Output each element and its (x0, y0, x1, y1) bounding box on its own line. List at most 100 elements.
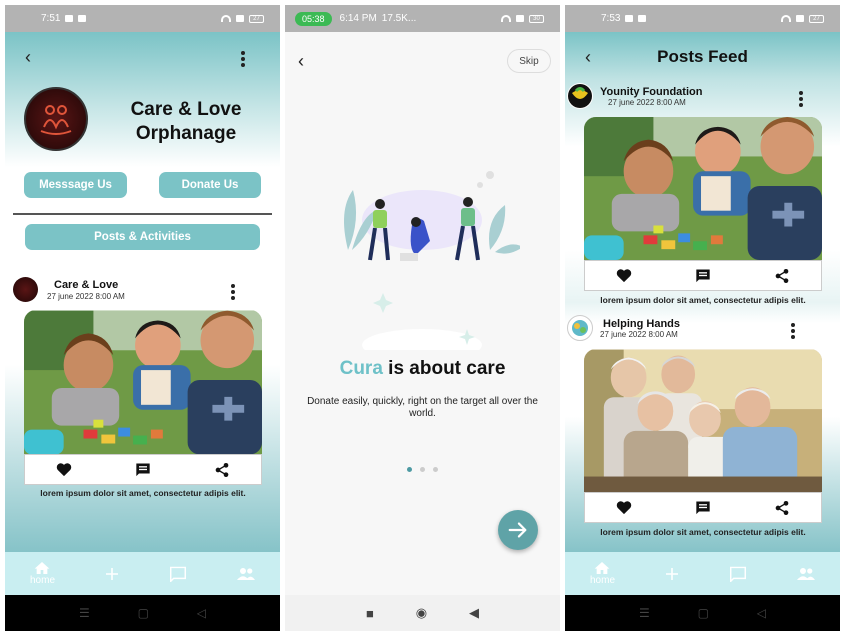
signal-icon (236, 15, 244, 22)
avatar[interactable] (567, 315, 593, 341)
menu-key-icon[interactable]: ☰ (79, 606, 90, 620)
post-photo-children-playing (24, 310, 262, 455)
recents-key-icon[interactable]: ■ (366, 606, 374, 621)
headline-text: is about care (382, 358, 506, 379)
nav-home-label: home (29, 575, 55, 586)
donate-us-button[interactable]: Donate Us (159, 172, 261, 198)
status-bar: 7:53 27 (565, 5, 840, 32)
post-caption: lorem ipsum dolor sit amet, consectetur … (600, 527, 806, 537)
org-name: Care & Love Orphanage (130, 99, 242, 144)
status-bar: 7:51 27 (5, 5, 280, 32)
more-vert-icon[interactable] (791, 323, 795, 339)
bottom-nav: home (565, 552, 840, 595)
home-key-icon[interactable]: ▢ (698, 606, 709, 620)
page-dot[interactable] (433, 467, 438, 472)
more-vert-icon[interactable] (241, 51, 245, 67)
post-image[interactable] (584, 117, 822, 260)
divider (13, 213, 272, 215)
post-image[interactable] (24, 310, 262, 455)
status-time: 7:51 (41, 13, 61, 24)
chat-icon[interactable] (729, 566, 747, 582)
brand-name: Cura (339, 358, 383, 379)
nav-home[interactable]: home (590, 561, 615, 586)
back-key-icon[interactable]: ◁ (197, 606, 206, 620)
system-nav-bar: ■ ◉ ◀ (285, 595, 560, 631)
post-author[interactable]: Helping Hands (603, 318, 680, 330)
more-vert-icon[interactable] (799, 91, 803, 107)
call-timer[interactable]: 05:38 (295, 11, 332, 26)
bottom-nav: home (5, 552, 280, 595)
younity-logo-icon (568, 84, 592, 108)
share-icon[interactable] (774, 268, 790, 284)
more-vert-icon[interactable] (231, 284, 235, 300)
avatar[interactable] (13, 277, 38, 302)
wifi-icon (501, 15, 511, 22)
comment-icon[interactable] (135, 462, 151, 477)
post-caption: lorem ipsum dolor sit amet, consectetur … (40, 488, 246, 498)
skip-button[interactable]: Skip (507, 49, 551, 73)
mail-icon (78, 15, 87, 22)
post-actions (584, 492, 822, 523)
home-key-icon[interactable]: ◉ (416, 605, 427, 621)
battery-icon: 27 (809, 14, 824, 23)
signal-icon (516, 15, 524, 22)
add-icon[interactable] (105, 567, 119, 581)
post-photo-children-playing (584, 117, 822, 260)
heart-icon[interactable] (616, 268, 632, 283)
share-icon[interactable] (214, 462, 230, 478)
post-caption: lorem ipsum dolor sit amet, consectetur … (600, 295, 806, 305)
add-icon[interactable] (665, 567, 679, 581)
post-image[interactable] (584, 349, 822, 494)
menu-key-icon[interactable]: ☰ (639, 606, 650, 620)
back-key-icon[interactable]: ◀ (469, 605, 479, 621)
group-icon[interactable] (796, 567, 815, 581)
onboarding-headline: Cura is about care (285, 358, 560, 380)
youtube-icon (625, 15, 634, 22)
home-key-icon[interactable]: ▢ (138, 606, 149, 620)
page-dot-active[interactable] (407, 467, 412, 472)
wifi-icon (221, 15, 231, 22)
org-profile-screen: 7:51 27 ‹ Care & Love Orphanage Messsage… (5, 5, 280, 631)
back-arrow-icon[interactable]: ‹ (298, 51, 304, 72)
post-date: 27 june 2022 8:00 AM (608, 98, 686, 107)
post-date: 27 june 2022 8:00 AM (47, 292, 125, 301)
nav-home-label: home (589, 575, 615, 586)
nav-home[interactable]: home (30, 561, 55, 586)
home-icon (35, 562, 50, 574)
posts-activities-button[interactable]: Posts & Activities (25, 224, 260, 250)
post-actions (584, 260, 822, 291)
post-photo-elderly-group (584, 349, 822, 494)
chat-icon[interactable] (169, 566, 187, 582)
back-key-icon[interactable]: ◁ (757, 606, 766, 620)
heart-icon[interactable] (616, 500, 632, 515)
comment-icon[interactable] (695, 500, 711, 515)
post-author[interactable]: Younity Foundation (600, 86, 702, 98)
onboarding-screen: 05:38 6:14 PM 17.5K... 30 ‹ Skip Cura is a… (285, 5, 560, 631)
youtube-icon (65, 15, 74, 22)
status-time: 7:53 (601, 13, 621, 24)
posts-feed-screen: 7:53 27 ‹ Posts Feed Younity Foundation … (565, 5, 840, 631)
next-button[interactable] (498, 510, 538, 550)
post-date: 27 june 2022 8:00 AM (600, 330, 678, 339)
avatar[interactable] (567, 83, 593, 109)
message-us-button[interactable]: Messsage Us (24, 172, 127, 198)
onboarding-illustration (344, 171, 520, 350)
system-nav-bar: ☰ ▢ ◁ (565, 595, 840, 631)
post-author[interactable]: Care & Love (54, 279, 118, 291)
page-title: Posts Feed (657, 47, 748, 66)
wifi-icon (781, 15, 791, 22)
share-icon[interactable] (774, 500, 790, 516)
signal-icon (796, 15, 804, 22)
home-icon (595, 562, 610, 574)
group-icon[interactable] (236, 567, 255, 581)
page-dot[interactable] (420, 467, 425, 472)
back-arrow-icon[interactable]: ‹ (25, 47, 31, 68)
battery-icon: 27 (249, 14, 264, 23)
heart-icon[interactable] (56, 462, 72, 477)
arrow-right-icon (508, 522, 527, 538)
mail-icon (638, 15, 647, 22)
org-logo (24, 87, 88, 151)
comment-icon[interactable] (695, 268, 711, 283)
post-actions (24, 454, 262, 485)
orphanage-logo-icon (40, 105, 72, 135)
